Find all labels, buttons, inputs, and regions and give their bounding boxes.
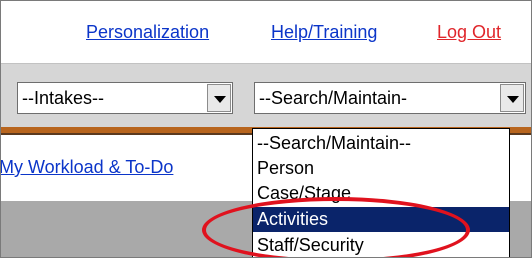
chevron-down-icon[interactable] <box>207 84 231 112</box>
chevron-down-icon[interactable] <box>500 84 524 112</box>
search-maintain-select[interactable]: --Search/Maintain- <box>254 82 526 114</box>
app-window: Personalization Help/Training Log Out --… <box>0 0 532 258</box>
search-maintain-dropdown-list[interactable]: --Search/Maintain-- Person Case/Stage Ac… <box>252 128 510 257</box>
intakes-select-value: --Intakes-- <box>22 88 105 108</box>
option-person[interactable]: Person <box>253 156 509 181</box>
option-activities[interactable]: Activities <box>253 207 509 232</box>
option-staff-security[interactable]: Staff/Security <box>253 233 509 257</box>
my-workload-link[interactable]: My Workload & To-Do <box>1 157 173 178</box>
top-link-bar: Personalization Help/Training Log Out <box>1 1 531 63</box>
intakes-select[interactable]: --Intakes-- <box>17 82 233 114</box>
option-case-stage[interactable]: Case/Stage <box>253 181 509 206</box>
option-search-maintain[interactable]: --Search/Maintain-- <box>253 131 509 156</box>
personalization-link[interactable]: Personalization <box>86 22 209 43</box>
logout-link[interactable]: Log Out <box>437 22 501 43</box>
help-training-link[interactable]: Help/Training <box>271 22 377 43</box>
search-maintain-select-value: --Search/Maintain- <box>259 88 408 108</box>
select-band: --Intakes-- --Search/Maintain- <box>1 63 531 128</box>
